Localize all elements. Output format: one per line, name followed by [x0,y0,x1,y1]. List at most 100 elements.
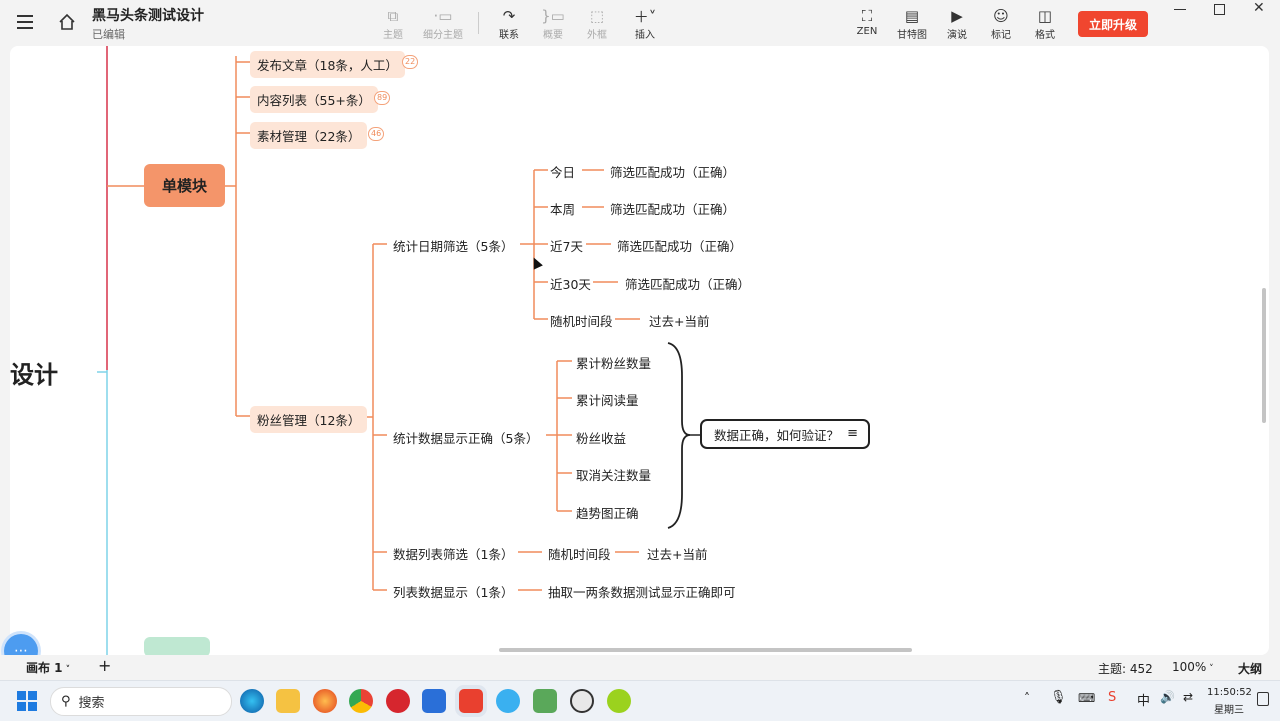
file-explorer-icon[interactable] [276,689,300,713]
add-sheet-button[interactable]: + [98,656,111,675]
app-icon-green[interactable] [533,689,557,713]
note-icon[interactable]: ≡ [847,426,858,441]
keyboard-layout-icon[interactable]: 中 [1137,690,1150,709]
windows-start-icon[interactable] [17,691,37,711]
microphone-icon[interactable]: 🎙 [1050,690,1067,705]
network-icon[interactable]: ⇄ [1183,690,1193,704]
boundary-icon: ⬚ [589,7,605,25]
input-method-icon[interactable]: ⌨ [1078,691,1095,705]
topic-material-manage[interactable]: 素材管理（22条） [250,122,368,149]
display-item-total-fans[interactable]: 累计粉丝数量 [576,353,651,372]
list-filter-result[interactable]: 过去+当前 [647,544,707,563]
topic-icon: ⧉ [387,7,399,25]
gantt-button[interactable]: ▤ 甘特图 [890,6,934,41]
relation-button[interactable]: ↷ 联系 [487,6,531,41]
status-bar: 画布 1 ˅ + 主题: 452 100% ˅ 大纲 [0,655,1280,680]
acrobat-icon[interactable] [386,689,410,713]
subtopic-icon: ·▭ [433,7,453,25]
summary-topic[interactable]: 数据正确，如何验证？ ≡ [700,419,870,449]
restore-icon[interactable] [1214,4,1225,15]
date-result-today[interactable]: 筛选匹配成功（正确） [610,162,735,181]
root-topic-fragment[interactable]: 设计 [10,355,58,390]
app-icon-chat[interactable] [496,689,520,713]
zoom-level[interactable]: 100% ˅ [1172,660,1214,674]
single-module-topic[interactable]: 单模块 [144,164,225,207]
clock-app-icon[interactable] [570,689,594,713]
badge-content-list: 89 [374,91,391,105]
windows-taskbar: ⚲ 搜索 ˄ 🎙 ⌨ S 中 🔊 ⇄ 11:50:52 星期三 [0,680,1280,721]
display-item-total-reads[interactable]: 累计阅读量 [576,390,639,409]
volume-icon[interactable]: 🔊 [1160,690,1175,704]
list-display-child[interactable]: 抽取一两条数据测试显示正确即可 [548,582,736,601]
collapsed-topic[interactable] [144,637,210,655]
summary-icon: }▭ [541,7,565,25]
topic-publish-article[interactable]: 发布文章（18条，人工） [250,51,405,78]
date-result-week[interactable]: 筛选匹配成功（正确） [610,199,735,218]
title-bar: 黑马头条测试设计 已编辑 ⧉ 主题 ·▭ 细分主题 ↷ 联系 }▭ 概要 ⬚ 外框 ＋˅ 插… [0,0,1280,46]
home-icon[interactable] [58,13,76,31]
toolbar-divider [478,12,479,34]
summary-button[interactable]: }▭ 概要 [531,6,575,41]
date-item-week[interactable]: 本周 [550,199,575,218]
date-item-random[interactable]: 随机时间段 [550,311,613,330]
tray-chevron-icon[interactable]: ˄ [1024,691,1030,705]
notification-icon[interactable] [1257,692,1269,706]
boundary-button[interactable]: ⬚ 外框 [575,6,619,41]
date-result-7days[interactable]: 筛选匹配成功（正确） [617,236,742,255]
outline-button[interactable]: 大纲 [1238,660,1262,677]
app-tray-icon[interactable]: S [1108,690,1116,705]
plus-icon: ＋˅ [633,7,657,26]
list-filter-child[interactable]: 随机时间段 [548,544,611,563]
upgrade-button[interactable]: 立即升级 [1078,11,1148,37]
xmind-icon[interactable] [459,689,483,713]
badge-material-manage: 46 [368,127,385,141]
date-item-30days[interactable]: 近30天 [550,274,591,293]
close-icon[interactable]: ✕ [1253,0,1265,16]
taskbar-search[interactable]: ⚲ 搜索 [50,687,232,716]
present-button[interactable]: ▶ 演说 [935,6,979,41]
chevron-down-icon: ˅ [62,665,71,675]
display-item-trend[interactable]: 趋势图正确 [576,503,639,522]
date-item-today[interactable]: 今日 [550,162,575,181]
format-button[interactable]: ◫ 格式 [1023,6,1067,41]
mindmap-canvas[interactable]: 设计 单模块 发布文章（18条，人工） 22 内容列表（55+条） 89 素材管… [10,46,1269,655]
play-icon: ▶ [951,7,963,25]
date-item-7days[interactable]: 近7天 [550,236,583,255]
vertical-scrollbar[interactable] [1262,288,1266,423]
topic-date-filter[interactable]: 统计日期筛选（5条） [393,236,513,255]
panel-icon: ◫ [1037,7,1053,25]
zen-button[interactable]: ⛶ ZEN [845,6,889,37]
insert-button[interactable]: ＋˅ 插入 [623,6,667,42]
minimize-icon[interactable] [1174,9,1186,10]
firefox-icon[interactable] [313,689,337,713]
topic-button[interactable]: ⧉ 主题 [371,6,415,41]
gantt-icon: ▤ [904,7,920,25]
chrome-icon[interactable] [349,689,373,713]
summary-text: 数据正确，如何验证？ [714,427,840,443]
subtopic-button[interactable]: ·▭ 细分主题 [421,6,465,41]
topic-data-display[interactable]: 统计数据显示正确（5条） [393,428,538,447]
edge-icon[interactable] [240,689,264,713]
date-result-30days[interactable]: 筛选匹配成功（正确） [625,274,750,293]
menu-icon[interactable] [17,15,33,29]
connector-lines [97,46,700,655]
clock-weekday[interactable]: 星期三 [1214,701,1244,716]
smiley-icon: ☺ [993,7,1009,25]
topic-list-display[interactable]: 列表数据显示（1条） [393,582,513,601]
display-item-unfollow[interactable]: 取消关注数量 [576,465,651,484]
mark-button[interactable]: ☺ 标记 [979,6,1023,41]
app-icon-blue[interactable] [422,689,446,713]
topic-content-list[interactable]: 内容列表（55+条） [250,86,378,113]
date-result-random[interactable]: 过去+当前 [649,311,709,330]
topic-list-filter[interactable]: 数据列表筛选（1条） [393,544,513,563]
clock-time[interactable]: 11:50:52 [1207,687,1252,698]
chevron-down-icon: ˅ [1206,664,1214,674]
topic-fans-manage[interactable]: 粉丝管理（12条） [250,406,368,433]
badge-publish-article: 22 [402,55,419,69]
horizontal-scrollbar[interactable] [499,648,912,652]
document-title[interactable]: 黑马头条测试设计 [92,5,204,25]
fullscreen-icon: ⛶ [861,7,873,25]
app-icon-yellow[interactable] [607,689,631,713]
sheet-tab[interactable]: 画布 1 ˅ [26,659,70,676]
display-item-fan-income[interactable]: 粉丝收益 [576,428,626,447]
